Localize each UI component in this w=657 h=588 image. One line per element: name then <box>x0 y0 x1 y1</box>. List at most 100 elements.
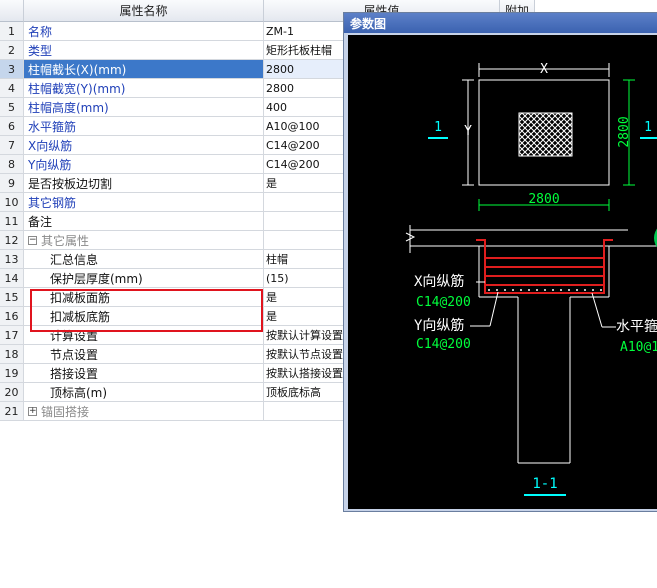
property-name-label: 保护层厚度(mm) <box>50 271 143 286</box>
parameter-diagram-dialog[interactable]: 参数图 X Y 2800 2800 1 1 X向纵筋 C14@200 Y向纵筋 … <box>343 12 657 512</box>
property-name[interactable]: + 锚固搭接 <box>24 402 264 421</box>
row-number[interactable]: 4 <box>0 79 24 98</box>
property-value[interactable]: 按默认计算设置 <box>264 326 344 345</box>
property-value[interactable]: C14@200 <box>264 136 344 155</box>
property-value[interactable]: 2800 <box>264 79 344 98</box>
property-name-label: 其它属性 <box>41 233 90 248</box>
row-number[interactable]: 15 <box>0 288 24 307</box>
x-label: X <box>540 62 548 77</box>
row-number[interactable]: 13 <box>0 250 24 269</box>
property-value[interactable]: 矩形托板柱帽 <box>264 41 344 60</box>
height-dimension: 2800 <box>617 116 632 147</box>
dialog-title[interactable]: 参数图 <box>344 13 657 33</box>
property-value[interactable]: 顶板底标高 <box>264 383 344 402</box>
row-number[interactable]: 12 <box>0 231 24 250</box>
property-value[interactable]: 柱帽 <box>264 250 344 269</box>
property-name[interactable]: 类型 <box>24 41 264 60</box>
diagram-canvas: X Y 2800 2800 1 1 X向纵筋 C14@200 Y向纵筋 C14@… <box>348 35 657 509</box>
property-name[interactable]: − 其它属性 <box>24 231 264 250</box>
property-name-label: 汇总信息 <box>50 252 99 267</box>
y-label: Y <box>464 124 472 139</box>
property-name-label: 是否按板边切割 <box>28 176 113 191</box>
property-value[interactable]: 按默认节点设置 <box>264 345 344 364</box>
property-value[interactable] <box>264 231 344 250</box>
row-number[interactable]: 14 <box>0 269 24 288</box>
y-rebar-label: Y向纵筋 <box>414 317 464 334</box>
property-value[interactable]: 是 <box>264 288 344 307</box>
property-value[interactable]: 按默认搭接设置 <box>264 364 344 383</box>
property-name[interactable]: 柱帽截宽(Y)(mm) <box>24 79 264 98</box>
row-number[interactable]: 21 <box>0 402 24 421</box>
property-name[interactable]: X向纵筋 <box>24 136 264 155</box>
property-value[interactable]: 是 <box>264 307 344 326</box>
property-name-label: 搭接设置 <box>50 366 99 381</box>
property-value[interactable]: ZM-1 <box>264 22 344 41</box>
row-number[interactable]: 19 <box>0 364 24 383</box>
stirrup-label: 水平箍 <box>616 318 657 335</box>
property-name[interactable]: 汇总信息 <box>24 250 264 269</box>
row-number[interactable]: 18 <box>0 345 24 364</box>
column-hatch <box>518 112 573 157</box>
property-name[interactable]: 备注 <box>24 212 264 231</box>
property-value[interactable]: 是 <box>264 174 344 193</box>
row-number[interactable]: 6 <box>0 117 24 136</box>
property-name[interactable]: 柱帽高度(mm) <box>24 98 264 117</box>
row-number[interactable]: 10 <box>0 193 24 212</box>
row-number[interactable]: 11 <box>0 212 24 231</box>
property-value[interactable] <box>264 193 344 212</box>
property-value[interactable] <box>264 402 344 421</box>
row-number[interactable]: 1 <box>0 22 24 41</box>
property-name-label: 其它钢筋 <box>28 195 77 210</box>
property-name[interactable]: 柱帽截长(X)(mm) <box>24 60 264 79</box>
row-number[interactable]: 2 <box>0 41 24 60</box>
property-name[interactable]: 搭接设置 <box>24 364 264 383</box>
property-name[interactable]: 名称 <box>24 22 264 41</box>
rebar-dots <box>488 289 602 291</box>
stirrup-value: A10@1 <box>620 340 657 355</box>
property-name[interactable]: Y向纵筋 <box>24 155 264 174</box>
x-rebar-value: C14@200 <box>416 295 471 310</box>
row-number[interactable]: 17 <box>0 326 24 345</box>
property-value[interactable]: (15) <box>264 269 344 288</box>
property-name-label: 柱帽高度(mm) <box>28 100 109 115</box>
property-name[interactable]: 其它钢筋 <box>24 193 264 212</box>
row-number[interactable]: 16 <box>0 307 24 326</box>
plan-view: X Y 2800 2800 1 1 <box>428 62 657 211</box>
property-value[interactable]: C14@200 <box>264 155 344 174</box>
property-name-header[interactable]: 属性名称 <box>24 0 264 22</box>
section-mark-right: 1 <box>644 120 652 135</box>
property-name[interactable]: 保护层厚度(mm) <box>24 269 264 288</box>
width-dimension: 2800 <box>528 192 559 207</box>
row-number[interactable]: 20 <box>0 383 24 402</box>
property-name[interactable]: 顶标高(m) <box>24 383 264 402</box>
property-name[interactable]: 水平箍筋 <box>24 117 264 136</box>
property-name-label: 顶标高(m) <box>50 385 108 400</box>
property-name-label: 类型 <box>28 43 53 58</box>
property-name-label: 备注 <box>28 214 53 229</box>
property-value[interactable] <box>264 212 344 231</box>
property-name-label: 柱帽截宽(Y)(mm) <box>28 81 126 96</box>
property-name-label: 水平箍筋 <box>28 119 77 134</box>
collapse-icon[interactable]: − <box>28 235 37 245</box>
x-rebar-label: X向纵筋 <box>414 273 464 290</box>
property-value[interactable]: A10@100 <box>264 117 344 136</box>
property-name[interactable]: 是否按板边切割 <box>24 174 264 193</box>
property-name-label: 节点设置 <box>50 347 99 362</box>
row-number[interactable]: 9 <box>0 174 24 193</box>
row-number[interactable]: 7 <box>0 136 24 155</box>
property-value[interactable]: 400 <box>264 98 344 117</box>
row-number[interactable]: 5 <box>0 98 24 117</box>
row-number[interactable]: 3 <box>0 60 24 79</box>
highlight-box <box>30 289 263 332</box>
expand-icon[interactable]: + <box>28 406 37 416</box>
parameter-diagram: X Y 2800 2800 1 1 X向纵筋 C14@200 Y向纵筋 C14@… <box>405 62 657 496</box>
y-rebar-value: C14@200 <box>416 337 471 352</box>
property-name-label: Y向纵筋 <box>28 157 72 172</box>
property-value[interactable]: 2800 <box>264 60 344 79</box>
row-number-header <box>0 0 24 22</box>
property-name-label: X向纵筋 <box>28 138 73 153</box>
row-number[interactable]: 8 <box>0 155 24 174</box>
property-name-label: 锚固搭接 <box>41 404 90 419</box>
section-view: X向纵筋 C14@200 Y向纵筋 C14@200 水平箍 A10@1 1-1 <box>405 225 657 496</box>
property-name[interactable]: 节点设置 <box>24 345 264 364</box>
